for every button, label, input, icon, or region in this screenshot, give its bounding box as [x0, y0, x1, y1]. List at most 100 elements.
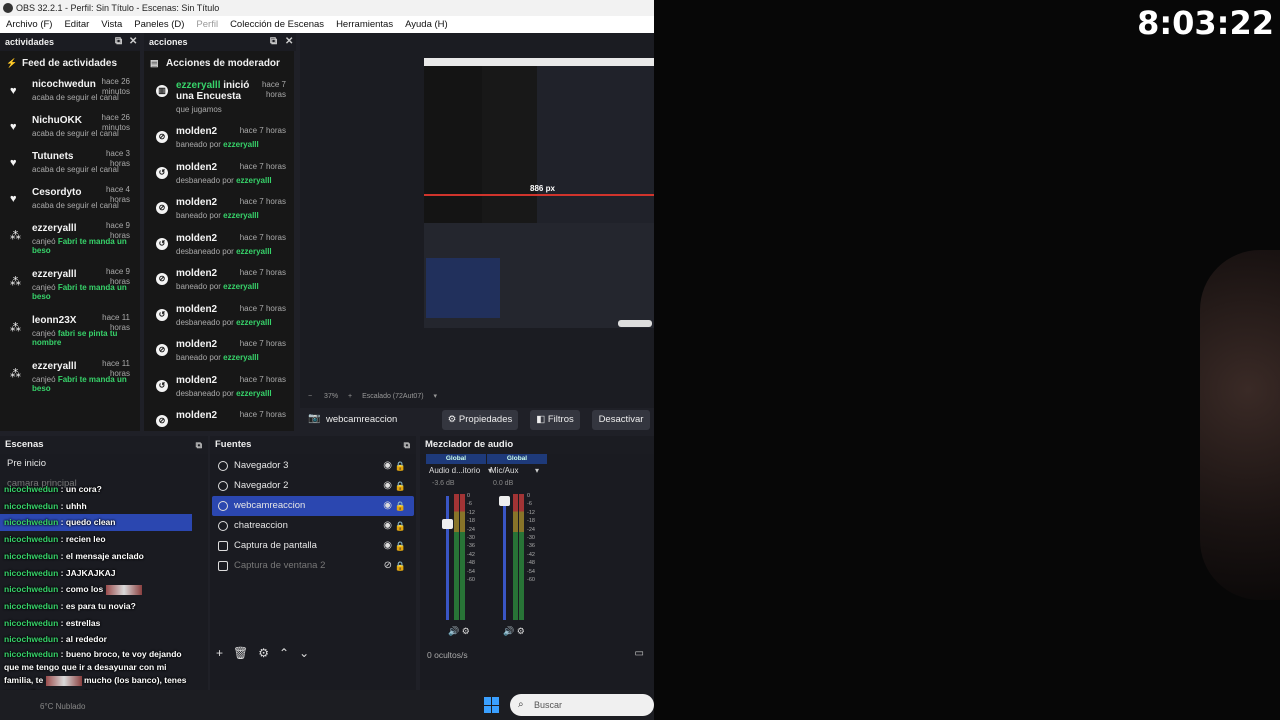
- mod-subtext: desbaneado por ezzeryalll: [176, 175, 272, 185]
- move-up-icon[interactable]: ⌃: [279, 646, 289, 660]
- lock-icon[interactable]: 🔒: [395, 456, 406, 476]
- scene-item[interactable]: Pre inicio: [0, 454, 208, 474]
- menu-file[interactable]: Archivo (F): [0, 16, 58, 33]
- source-item[interactable]: Navegador 2 ◉ 🔒: [212, 476, 414, 496]
- preview-canvas[interactable]: 886 px: [424, 58, 654, 328]
- menu-tools[interactable]: Herramientas: [330, 16, 399, 33]
- chat-text: quedo clean: [65, 517, 116, 528]
- eye-icon[interactable]: ◉: [383, 516, 392, 536]
- mod-action-item[interactable]: ⊘ molden2 hace 7 horas baneado por ezzerya…: [144, 263, 294, 299]
- mod-action-item[interactable]: ⊘ molden2 hace 7 horas baneado por ezzerya…: [144, 192, 294, 228]
- source-item[interactable]: Captura de pantalla ◉ 🔒: [212, 536, 414, 556]
- gear-icon[interactable]: ⚙: [258, 646, 269, 660]
- mod-action-item[interactable]: ↺ molden2 hace 7 horas desbaneado por ezze…: [144, 228, 294, 264]
- volume-knob[interactable]: [442, 518, 453, 529]
- window-titlebar: OBS 32.2.1 - Perfil: Sin Título - Escena…: [0, 0, 654, 16]
- unban-icon: ↺: [156, 308, 168, 321]
- mod-actions-panel: ▤ Acciones de moderador ▥ ezzeryalll inic…: [144, 51, 294, 431]
- feed-item[interactable]: ⁂ ezzeryalll hace 11 horas canjeó Fabri t…: [0, 357, 140, 403]
- zoom-out-icon[interactable]: −: [308, 393, 312, 400]
- menu-profile[interactable]: Perfil: [190, 16, 224, 33]
- points-icon: ⁂: [10, 230, 21, 242]
- source-item[interactable]: Navegador 3 ◉ 🔒: [212, 456, 414, 476]
- source-item[interactable]: Captura de ventana 2 ⊘ 🔒: [212, 556, 414, 576]
- channel-tag: Global: [487, 454, 547, 464]
- menu-view[interactable]: Vista: [95, 16, 128, 33]
- mod-action-item[interactable]: ▥ ezzeryalll inició una Encuesta hace 7 h…: [144, 75, 294, 121]
- volume-slider[interactable]: [446, 496, 449, 620]
- weather-widget[interactable]: 6°C Nublado: [40, 702, 85, 711]
- speaker-icon[interactable]: 🔊: [448, 626, 459, 636]
- lock-icon[interactable]: 🔒: [395, 476, 406, 496]
- feed-item[interactable]: ♥ Tutunets hace 3 horas acaba de seguir e…: [0, 147, 140, 183]
- menu-help[interactable]: Ayuda (H): [399, 16, 454, 33]
- feed-item[interactable]: ♥ NichuOKK hace 26 minutos acaba de segui…: [0, 111, 140, 147]
- lock-icon[interactable]: 🔒: [395, 516, 406, 536]
- float-dock-icon[interactable]: ⧉: [196, 436, 202, 454]
- windows-start-icon[interactable]: [484, 697, 500, 713]
- monitor-icon: [218, 541, 228, 551]
- chevron-down-icon[interactable]: ▾: [535, 466, 539, 475]
- eye-icon[interactable]: ◉: [383, 476, 392, 496]
- feed-item[interactable]: ♥ nicochwedun hace 26 minutos acaba de se…: [0, 75, 140, 111]
- mod-time: hace 7 horas: [239, 268, 286, 277]
- eye-hidden-icon[interactable]: ⊘: [384, 556, 392, 576]
- move-down-icon[interactable]: ⌄: [299, 646, 309, 660]
- list-icon: ▤: [150, 57, 159, 68]
- volume-slider[interactable]: [503, 496, 506, 620]
- close-dock-icon[interactable]: ✕: [129, 33, 137, 51]
- redacted-emote: [45, 675, 82, 686]
- menu-edit[interactable]: Editar: [58, 16, 95, 33]
- float-dock-icon[interactable]: ⧉: [115, 33, 122, 51]
- speaker-icon[interactable]: 🔊: [503, 626, 514, 636]
- feed-username: ezzeryalll: [32, 269, 77, 280]
- mod-action-item[interactable]: ↺ molden2 hace 7 horas desbaneado por ezze…: [144, 370, 294, 406]
- mod-action-item[interactable]: ⊘ molden2 hace 7 horas baneado por ezzerya…: [144, 334, 294, 370]
- mod-action-item[interactable]: ⊘ molden2 hace 7 horas baneado por ezzerya…: [144, 121, 294, 157]
- chat-message: nicochwedun : estrellas: [4, 617, 101, 628]
- menu-scene-collection[interactable]: Colección de Escenas: [224, 16, 330, 33]
- taskbar-search[interactable]: ⌕ Buscar: [510, 694, 654, 716]
- source-item[interactable]: webcamreaccion ◉ 🔒: [212, 496, 414, 516]
- properties-button[interactable]: ⚙ Propiedades: [442, 410, 518, 430]
- lock-icon[interactable]: 🔒: [395, 536, 406, 556]
- zoom-in-icon[interactable]: +: [348, 393, 352, 400]
- taskbar: 6°C Nublado ⌕ Buscar: [0, 690, 654, 720]
- mod-action-item[interactable]: ⊘ molden2 hace 7 horas: [144, 405, 294, 431]
- settings-icon[interactable]: ⚙: [462, 626, 470, 636]
- eye-icon[interactable]: ◉: [383, 496, 392, 516]
- chevron-down-icon[interactable]: ▾: [434, 393, 438, 400]
- close-dock-icon[interactable]: ✕: [285, 33, 293, 51]
- scale-mode[interactable]: Escalado (72Aut07): [362, 393, 423, 400]
- source-item[interactable]: chatreaccion ◉ 🔒: [212, 516, 414, 536]
- camera-icon: [218, 501, 228, 511]
- feed-item[interactable]: ⁂ ezzeryalll hace 9 horas canjeó Fabri te…: [0, 219, 140, 265]
- mod-action-item[interactable]: ↺ molden2 hace 7 horas desbaneado por ezze…: [144, 157, 294, 193]
- filters-button[interactable]: ◧ Filtros: [530, 410, 580, 430]
- float-dock-icon[interactable]: ⧉: [270, 33, 277, 51]
- feed-item[interactable]: ♥ Cesordyto hace 4 horas acaba de seguir …: [0, 183, 140, 219]
- float-dock-icon[interactable]: ⧉: [404, 436, 410, 454]
- add-icon[interactable]: +: [216, 646, 223, 660]
- heart-icon: ♥: [10, 193, 17, 205]
- sources-list: Navegador 3 ◉ 🔒 Navegador 2 ◉ 🔒 webcamre…: [210, 454, 416, 576]
- chat-message: nicochwedun : uhhh: [4, 500, 87, 511]
- chat-text: al rededor: [65, 634, 107, 645]
- feed-item[interactable]: ⁂ ezzeryalll hace 9 horas canjeó Fabri te…: [0, 265, 140, 311]
- deactivate-button[interactable]: Desactivar: [592, 410, 650, 430]
- mixer-menu-icon[interactable]: ▭: [635, 648, 644, 659]
- source-label: webcamreaccion: [234, 500, 306, 511]
- mod-action-item[interactable]: ↺ molden2 hace 7 horas desbaneado por ezze…: [144, 299, 294, 335]
- eye-icon[interactable]: ◉: [383, 456, 392, 476]
- trash-icon[interactable]: 🗑: [233, 646, 248, 660]
- feed-item[interactable]: ⁂ leonn23X hace 11 horas canjeó fabri se …: [0, 311, 140, 357]
- measure-label: 886 px: [530, 184, 555, 193]
- menu-docks[interactable]: Paneles (D): [128, 16, 190, 33]
- eye-icon[interactable]: ◉: [383, 536, 392, 556]
- lock-icon[interactable]: 🔒: [395, 556, 406, 576]
- settings-icon[interactable]: ⚙: [517, 626, 525, 636]
- lock-icon[interactable]: 🔒: [395, 496, 406, 516]
- feed-username: NichuOKK: [32, 115, 82, 126]
- volume-knob[interactable]: [499, 496, 510, 506]
- meter-scale: 0 -6 -12 -18 -24 -30 -36 -42 -48 -54 -60: [527, 493, 535, 584]
